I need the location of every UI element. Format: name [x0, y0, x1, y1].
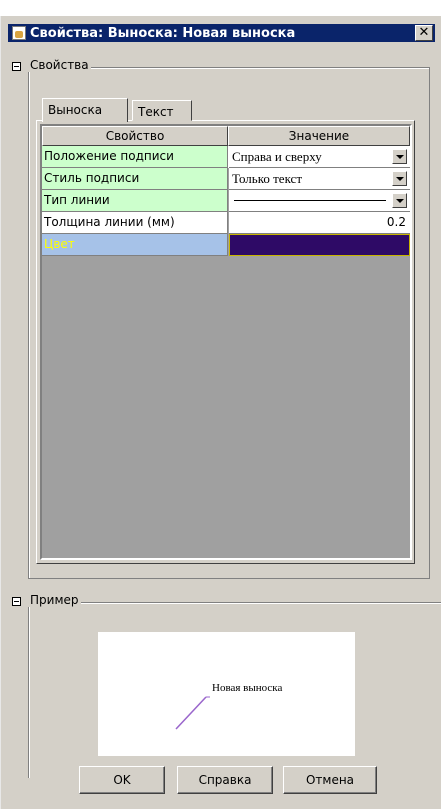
callout-leader-line: [175, 696, 207, 730]
example-group-label: Пример: [28, 593, 81, 607]
callout-preview-drawing: [175, 696, 210, 730]
window-title: Свойства: Выноска: Новая выноска: [30, 25, 296, 41]
property-name-line-width: Толщина линии (мм): [42, 212, 228, 234]
solid-line-sample: [234, 200, 386, 201]
tab-vynoska[interactable]: Выноска: [42, 98, 128, 122]
label-position-value: Справа и сверху: [232, 149, 322, 164]
table-row[interactable]: Цвет: [42, 234, 410, 256]
properties-group-label: Свойства: [28, 58, 91, 72]
app-icon: [12, 26, 26, 40]
property-name-label-position: Положение подписи: [42, 146, 228, 168]
dropdown-arrow-icon[interactable]: [392, 193, 407, 208]
table-row[interactable]: Тип линии: [42, 190, 410, 212]
color-swatch-value[interactable]: [229, 234, 410, 256]
label-position-combo[interactable]: Справа и сверху: [229, 146, 410, 168]
collapse-example-icon[interactable]: [12, 597, 21, 606]
help-button[interactable]: Справка: [177, 766, 273, 794]
label-style-value: Только текст: [232, 171, 303, 186]
line-type-combo[interactable]: [229, 190, 410, 212]
callout-preview-text: Новая выноска: [212, 682, 283, 694]
property-grid: Свойство Значение Положение подписи Спра…: [40, 124, 412, 560]
tab-tekst[interactable]: Текст: [132, 100, 192, 121]
cancel-button[interactable]: Отмена: [283, 766, 377, 794]
property-name-label-style: Стиль подписи: [42, 168, 228, 190]
label-style-combo[interactable]: Только текст: [229, 168, 410, 190]
title-bar[interactable]: Свойства: Выноска: Новая выноска ✕: [8, 24, 435, 42]
dropdown-arrow-icon[interactable]: [392, 149, 407, 164]
table-row[interactable]: Толщина линии (мм) 0.2: [42, 212, 410, 234]
dropdown-arrow-icon[interactable]: [392, 171, 407, 186]
column-header-property[interactable]: Свойство: [42, 126, 228, 146]
table-row[interactable]: Стиль подписи Только текст: [42, 168, 410, 190]
property-name-color: Цвет: [42, 234, 228, 256]
close-icon[interactable]: ✕: [415, 25, 433, 41]
callout-preview: Новая выноска: [98, 632, 355, 756]
property-name-line-type: Тип линии: [42, 190, 228, 212]
collapse-properties-icon[interactable]: [12, 62, 21, 71]
table-row[interactable]: Положение подписи Справа и сверху: [42, 146, 410, 168]
ok-button[interactable]: OK: [79, 766, 165, 794]
column-header-value[interactable]: Значение: [228, 126, 410, 146]
line-width-input[interactable]: 0.2: [229, 212, 410, 234]
